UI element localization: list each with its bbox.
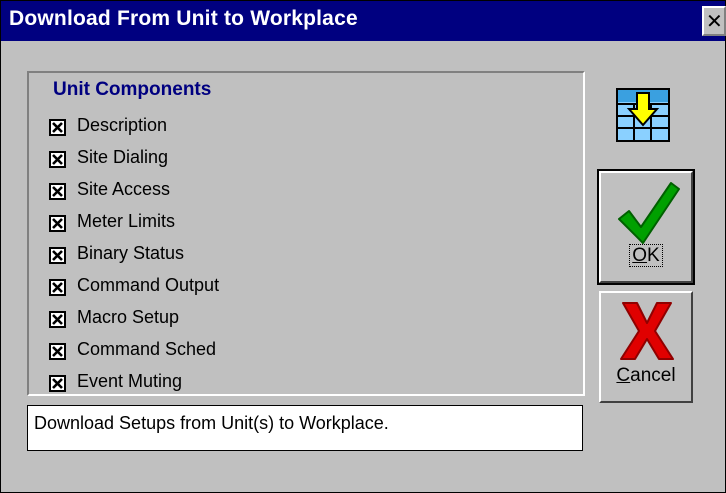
unit-components-group: Unit Components Description Site Dialing S… [27,71,585,396]
checkbox-label: Site Access [77,179,171,199]
checkbox-label: Event Muting [77,371,183,391]
cancel-label: Cancel [616,365,676,386]
ok-label: OK [601,244,691,267]
close-button[interactable]: ✕ [702,6,726,36]
status-box: Download Setups from Unit(s) to Workplac… [27,405,583,451]
checkbox[interactable] [49,183,66,200]
check-x-icon [52,218,63,229]
ok-button[interactable]: OK [597,169,695,285]
checkbox[interactable] [49,247,66,264]
title-bar[interactable]: Download From Unit to Workplace ✕ [1,1,726,41]
checkbox-label: Meter Limits [77,211,176,231]
check-x-icon [52,378,63,389]
checkmark-icon [618,182,680,244]
checkbox-label: Command Sched [77,339,217,359]
x-icon [620,302,674,360]
checkbox-label: Description [77,115,168,135]
checkbox[interactable] [49,343,66,360]
checkbox-label: Command Output [77,275,220,295]
checkbox[interactable] [49,375,66,392]
checkbox-label: Macro Setup [77,307,180,327]
checkbox-label: Binary Status [77,243,185,263]
check-x-icon [52,346,63,357]
check-x-icon [52,314,63,325]
check-x-icon [52,186,63,197]
checkbox[interactable] [49,311,66,328]
checkbox[interactable] [49,151,66,168]
window-title: Download From Unit to Workplace [9,7,358,30]
cancel-button[interactable]: Cancel [599,291,693,403]
status-text: Download Setups from Unit(s) to Workplac… [34,413,389,433]
checkbox[interactable] [49,119,66,136]
group-title: Unit Components [53,79,212,100]
checkbox[interactable] [49,215,66,232]
check-x-icon [52,250,63,261]
close-icon: ✕ [706,11,723,33]
checkbox-label: Site Dialing [77,147,169,167]
dialog-window: Download From Unit to Workplace ✕ Unit C… [0,0,726,493]
check-x-icon [52,154,63,165]
check-x-icon [52,282,63,293]
check-x-icon [52,122,63,133]
download-grid-icon[interactable] [615,87,671,143]
checkbox[interactable] [49,279,66,296]
